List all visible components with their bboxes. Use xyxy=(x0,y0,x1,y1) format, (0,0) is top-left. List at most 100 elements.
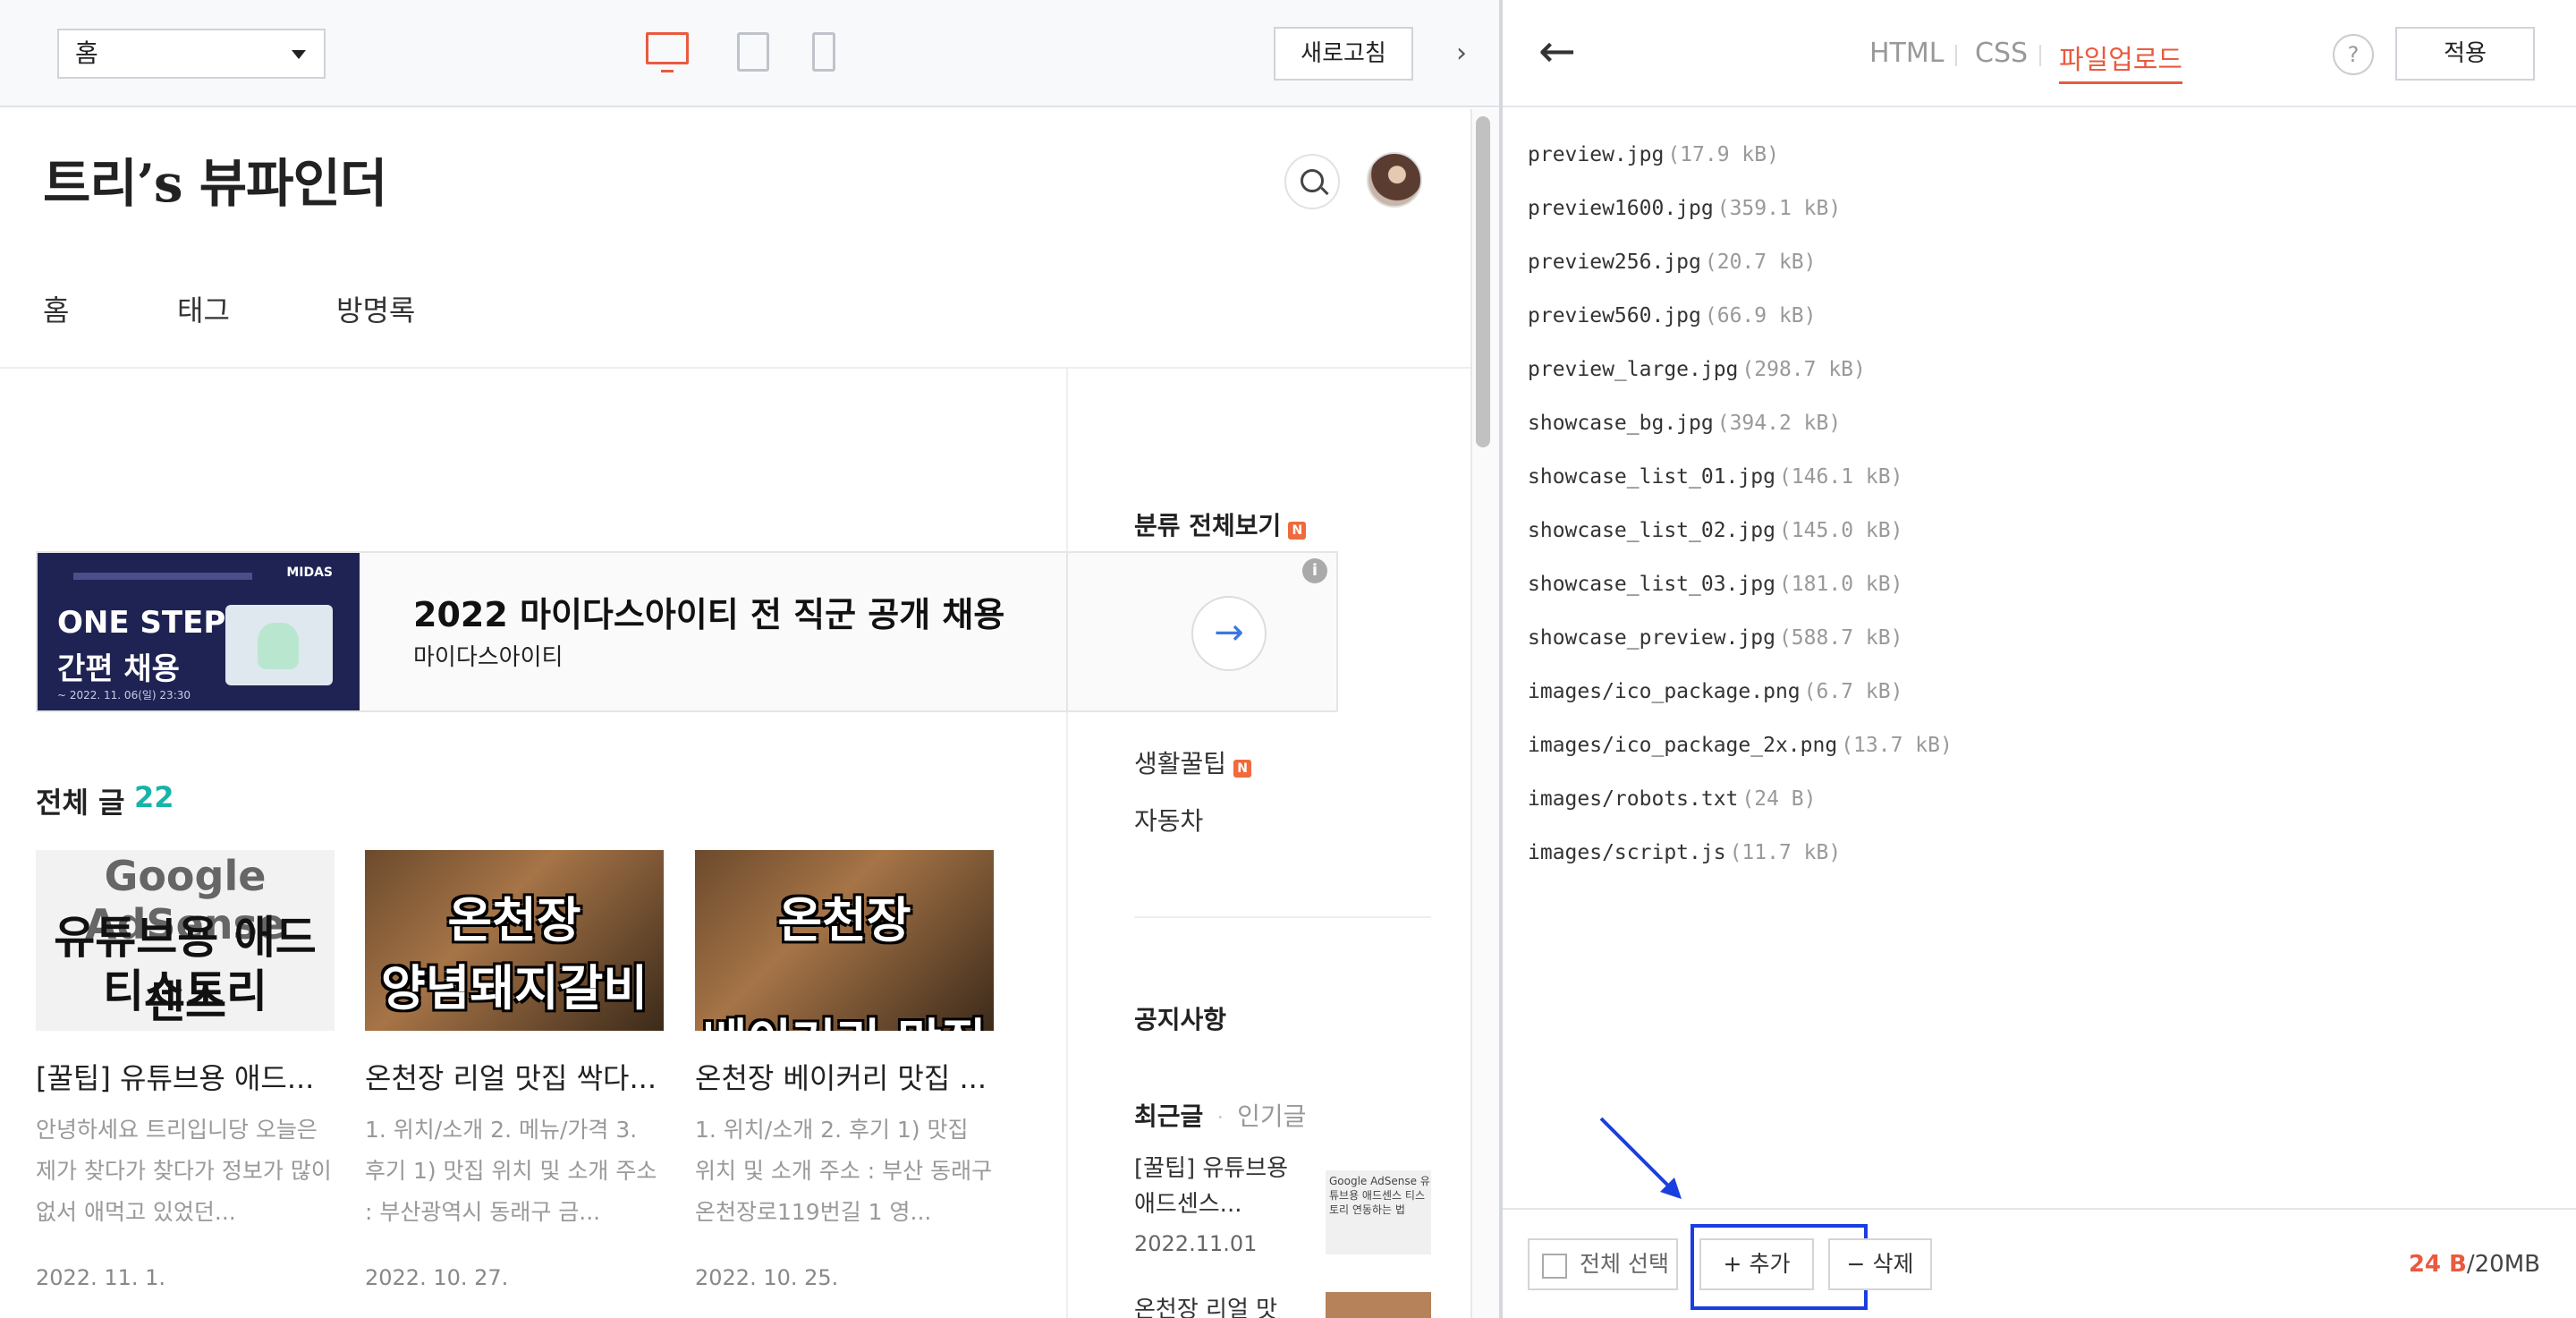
sidebar-recent-post[interactable]: 온천장 리얼 맛 xyxy=(1134,1292,1277,1318)
file-row[interactable]: preview.jpg (17.9 kB) xyxy=(1528,134,1953,188)
post-thumbnail[interactable]: 온천장 베이커리 맛집 xyxy=(695,850,994,1031)
page-select-value: 홈 xyxy=(75,38,98,68)
file-name: images/script.js xyxy=(1528,841,1726,864)
tab-popular[interactable]: 인기글 xyxy=(1237,1101,1306,1131)
sidebar-categories-heading[interactable]: 분류 전체보기 N xyxy=(1134,506,1307,542)
ad-thumb-line2: 간편 채용 xyxy=(57,651,180,687)
file-size: (181.0 kB) xyxy=(1778,573,1903,596)
editor-pane: ← HTML CSS 파일업로드 ? 적용 preview.jpg (17.9 k… xyxy=(1503,0,2576,1318)
sidebar-recent-post[interactable]: [꿀팁] 유튜브용 애드센스... 2022.11.01 xyxy=(1134,1151,1288,1256)
posts-heading[interactable]: 전체 글 xyxy=(36,780,124,821)
file-size: (17.9 kB) xyxy=(1667,143,1779,166)
file-name: showcase_list_01.jpg xyxy=(1528,465,1775,489)
select-all-checkbox[interactable]: 전체 선택 xyxy=(1528,1238,1678,1290)
file-size: (298.7 kB) xyxy=(1741,358,1866,381)
file-row[interactable]: images/script.js (11.7 kB) xyxy=(1528,832,1953,886)
sidebar-category-item[interactable]: 자동차 xyxy=(1134,802,1203,838)
category-label: 자동차 xyxy=(1134,806,1204,836)
recent-post-thumb-text: Google AdSense 유튜브용 애드센스 티스토리 연동하는 법 xyxy=(1329,1175,1430,1216)
post-thumbnail[interactable]: 온천장 양념돼지갈비 xyxy=(365,850,664,1031)
file-row[interactable]: showcase_preview.jpg (588.7 kB) xyxy=(1528,617,1953,671)
ad-thumb-date: ~ 2022. 11. 06(일) 23:30 xyxy=(57,689,191,702)
ad-banner[interactable]: MIDAS ONE STEP 간편 채용 ~ 2022. 11. 06(일) 2… xyxy=(36,551,1338,712)
file-row[interactable]: showcase_list_03.jpg (181.0 kB) xyxy=(1528,564,1953,617)
delete-file-button[interactable]: − 삭제 xyxy=(1828,1238,1932,1290)
post-title[interactable]: [꿀팁] 유튜브용 애드... xyxy=(36,1056,335,1097)
blog-title[interactable]: 트리’s 뷰파인더 xyxy=(43,141,387,217)
apply-button[interactable]: 적용 xyxy=(2395,27,2535,81)
page-select[interactable]: 홈 xyxy=(57,29,326,79)
post-excerpt: 1. 위치/소개 2. 메뉴/가격 3. 후기 1) 맛집 위치 및 소개 주소… xyxy=(365,1117,657,1225)
post-thumbnail[interactable]: Google AdSense 유튜브용 애드센스 티스토리 xyxy=(36,850,335,1031)
file-size: (20.7 kB) xyxy=(1704,251,1817,274)
post-thumb-text: 온천장 xyxy=(777,892,911,948)
post-card[interactable]: Google AdSense 유튜브용 애드센스 티스토리 [꿀팁] 유튜브용 … xyxy=(36,850,335,1290)
file-row[interactable]: images/ico_package.png (6.7 kB) xyxy=(1528,671,1953,725)
preview-scrollbar-thumb[interactable] xyxy=(1476,116,1490,447)
file-row[interactable]: preview256.jpg (20.7 kB) xyxy=(1528,242,1953,295)
search-icon[interactable] xyxy=(1284,154,1340,209)
tablet-view-icon[interactable] xyxy=(737,32,769,72)
tab-file-upload[interactable]: 파일업로드 xyxy=(2059,38,2182,84)
post-thumb-text: 온천장 xyxy=(447,892,581,948)
file-row[interactable]: images/robots.txt (24 B) xyxy=(1528,778,1953,832)
sidebar-category-item[interactable]: 생활꿀팁 N xyxy=(1134,744,1252,780)
file-name: preview256.jpg xyxy=(1528,251,1701,274)
mobile-view-icon[interactable] xyxy=(812,32,835,72)
recent-post-title: 애드센스... xyxy=(1134,1191,1242,1218)
file-name: showcase_preview.jpg xyxy=(1528,626,1775,650)
ad-title: 2022 마이다스아이티 전 직군 공개 채용 xyxy=(413,595,1005,634)
back-arrow-icon[interactable]: ← xyxy=(1538,25,1576,77)
file-row[interactable]: preview560.jpg (66.9 kB) xyxy=(1528,295,1953,349)
refresh-button[interactable]: 새로고침 xyxy=(1274,27,1413,81)
tab-css[interactable]: CSS xyxy=(1975,38,2028,69)
post-card[interactable]: 온천장 양념돼지갈비 온천장 리얼 맛집 싹다... 1. 위치/소개 2. 메… xyxy=(365,850,664,1290)
file-row[interactable]: showcase_bg.jpg (394.2 kB) xyxy=(1528,403,1953,456)
new-badge: N xyxy=(1288,521,1307,540)
tab-html[interactable]: HTML xyxy=(1869,38,1944,69)
notice-heading-label: 공지사항 xyxy=(1134,1005,1227,1034)
info-icon[interactable]: i xyxy=(1302,558,1327,583)
file-row[interactable]: preview1600.jpg (359.1 kB) xyxy=(1528,188,1953,242)
post-title[interactable]: 온천장 베이커리 맛집 ... xyxy=(695,1056,994,1097)
nav-home[interactable]: 홈 xyxy=(43,288,69,329)
file-size: (6.7 kB) xyxy=(1803,680,1903,703)
file-size: (146.1 kB) xyxy=(1778,465,1903,489)
post-card[interactable]: 온천장 베이커리 맛집 온천장 베이커리 맛집 ... 1. 위치/소개 2. … xyxy=(695,850,994,1290)
nav-guestbook[interactable]: 방명록 xyxy=(336,288,415,329)
collapse-panel-icon[interactable]: › xyxy=(1456,38,1467,69)
file-name: showcase_list_02.jpg xyxy=(1528,519,1775,542)
ad-thumbnail: MIDAS ONE STEP 간편 채용 ~ 2022. 11. 06(일) 2… xyxy=(38,553,360,710)
file-row[interactable]: preview_large.jpg (298.7 kB) xyxy=(1528,349,1953,403)
ad-thumb-logo: MIDAS xyxy=(286,565,333,580)
file-size: (66.9 kB) xyxy=(1704,304,1817,327)
posts-count: 22 xyxy=(134,780,174,814)
nav-divider xyxy=(0,367,1472,369)
categories-heading: 분류 전체보기 xyxy=(1134,511,1282,540)
tab-divider xyxy=(2039,45,2041,66)
avatar[interactable] xyxy=(1367,152,1422,208)
checkbox-icon[interactable] xyxy=(1542,1254,1567,1279)
recent-post-title: [꿀팁] 유튜브용 xyxy=(1134,1155,1289,1182)
preview-toolbar: 홈 새로고침 › xyxy=(0,0,1499,107)
file-row[interactable]: showcase_list_01.jpg (146.1 kB) xyxy=(1528,456,1953,510)
file-name: images/ico_package.png xyxy=(1528,680,1801,703)
tab-recent[interactable]: 최근글 xyxy=(1134,1101,1203,1131)
file-row[interactable]: showcase_list_02.jpg (145.0 kB) xyxy=(1528,510,1953,564)
file-row[interactable]: images/ico_package_2x.png (13.7 kB) xyxy=(1528,725,1953,778)
help-icon[interactable]: ? xyxy=(2333,34,2374,75)
nav-tag[interactable]: 태그 xyxy=(177,288,230,329)
sidebar-divider xyxy=(1066,369,1068,1318)
recent-post-thumbnail[interactable]: Google AdSense 유튜브용 애드센스 티스토리 연동하는 법 xyxy=(1326,1170,1431,1254)
recent-post-thumbnail[interactable] xyxy=(1326,1292,1431,1318)
file-size: (13.7 kB) xyxy=(1841,734,1953,757)
file-name: preview_large.jpg xyxy=(1528,358,1739,381)
arrow-right-icon[interactable]: → xyxy=(1191,596,1267,671)
new-badge: N xyxy=(1233,759,1252,778)
editor-footer: 전체 선택 + 추가 − 삭제 24 B/20MB xyxy=(1503,1208,2576,1318)
post-date: 2022. 10. 27. xyxy=(365,1265,509,1290)
post-title[interactable]: 온천장 리얼 맛집 싹다... xyxy=(365,1056,664,1097)
file-name: showcase_list_03.jpg xyxy=(1528,573,1775,596)
notice-heading[interactable]: 공지사항 xyxy=(1134,1000,1226,1036)
desktop-view-icon[interactable] xyxy=(646,32,689,72)
